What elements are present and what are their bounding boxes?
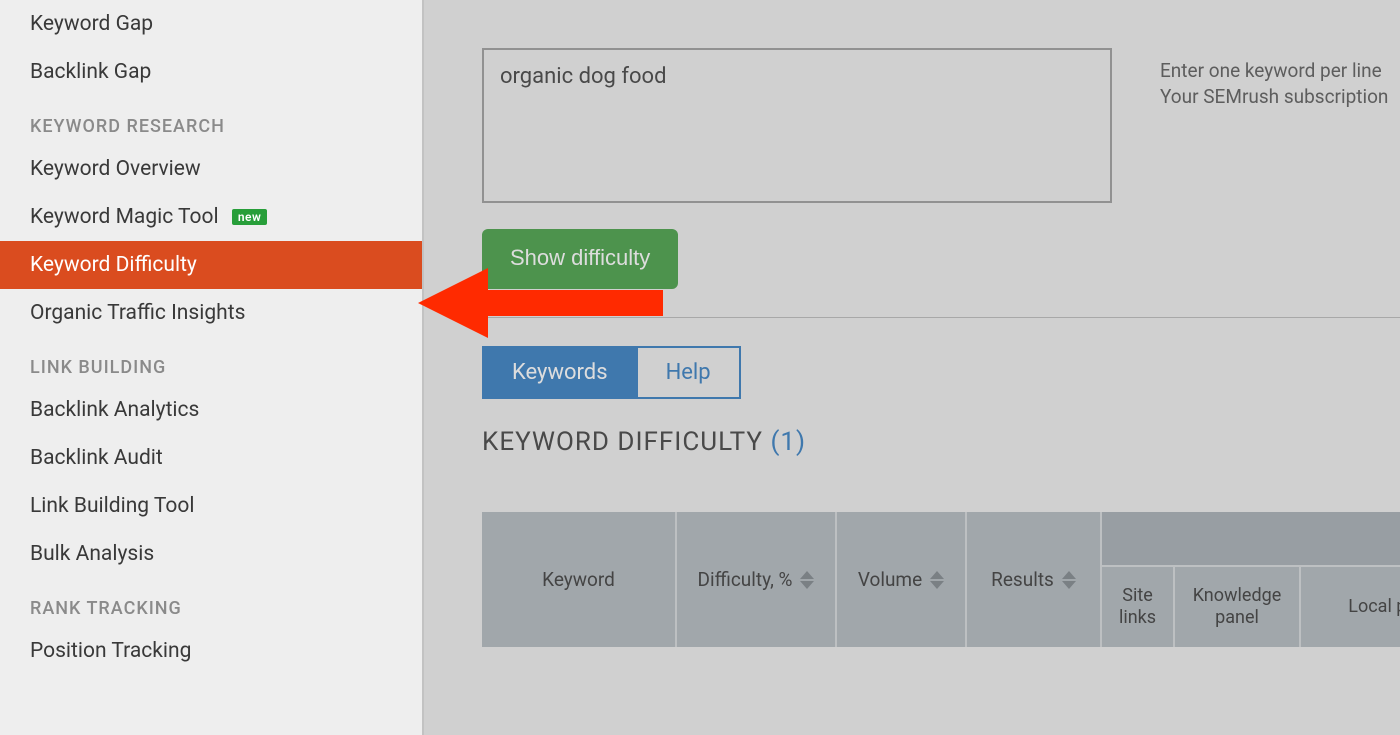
sidebar-item-keyword-gap[interactable]: Keyword Gap [0, 0, 422, 48]
tab-help[interactable]: Help [638, 346, 741, 399]
sidebar-section-rank-tracking: RANK TRACKING [0, 578, 422, 627]
column-label: Keyword [542, 568, 615, 591]
column-header-site-links[interactable]: Site links [1102, 567, 1175, 647]
sidebar-item-bulk-analysis[interactable]: Bulk Analysis [0, 530, 422, 578]
hint-line-1: Enter one keyword per line [1160, 58, 1388, 84]
column-label: Volume [858, 568, 922, 591]
input-hint-text: Enter one keyword per line Your SEMrush … [1160, 58, 1388, 109]
sidebar-item-backlink-gap[interactable]: Backlink Gap [0, 48, 422, 96]
section-divider [482, 317, 1400, 318]
sidebar-section-link-building: LINK BUILDING [0, 337, 422, 386]
sidebar-item-keyword-magic-tool[interactable]: Keyword Magic Tool new [0, 193, 422, 241]
hint-line-2: Your SEMrush subscription [1160, 84, 1388, 110]
sidebar-item-backlink-analytics[interactable]: Backlink Analytics [0, 386, 422, 434]
results-table-header: Keyword Difficulty, % Volume Results [482, 512, 1400, 647]
sidebar-item-link-building-tool[interactable]: Link Building Tool [0, 482, 422, 530]
main-content-area: Enter one keyword per line Your SEMrush … [422, 0, 1400, 735]
column-header-serp-features-group: Site links Knowledge panel Local pack [1102, 512, 1400, 647]
sidebar-item-keyword-overview[interactable]: Keyword Overview [0, 145, 422, 193]
column-header-volume[interactable]: Volume [837, 512, 967, 647]
column-label: Results [991, 568, 1054, 591]
sidebar-item-label: Keyword Magic Tool [30, 205, 219, 229]
column-label: Difficulty, % [698, 568, 793, 591]
keyword-input-textarea[interactable] [482, 48, 1112, 203]
tab-keywords[interactable]: Keywords [482, 346, 638, 399]
new-badge-icon: new [232, 209, 268, 225]
column-header-difficulty[interactable]: Difficulty, % [677, 512, 837, 647]
results-section-title: KEYWORD DIFFICULTY (1) [482, 427, 1400, 457]
show-difficulty-button[interactable]: Show difficulty [482, 229, 678, 289]
sidebar-item-organic-traffic-insights[interactable]: Organic Traffic Insights [0, 289, 422, 337]
sidebar-section-keyword-research: KEYWORD RESEARCH [0, 96, 422, 145]
sidebar: Keyword Gap Backlink Gap KEYWORD RESEARC… [0, 0, 422, 735]
sort-icon[interactable] [930, 571, 944, 589]
column-header-results[interactable]: Results [967, 512, 1102, 647]
sidebar-item-position-tracking[interactable]: Position Tracking [0, 627, 422, 675]
section-title-text: KEYWORD DIFFICULTY [482, 427, 770, 457]
column-header-local-pack[interactable]: Local pack [1301, 567, 1400, 647]
sort-icon[interactable] [1062, 571, 1076, 589]
tab-bar: Keywords Help [482, 346, 1400, 399]
sort-icon[interactable] [800, 571, 814, 589]
sidebar-item-backlink-audit[interactable]: Backlink Audit [0, 434, 422, 482]
sidebar-item-keyword-difficulty[interactable]: Keyword Difficulty [0, 241, 422, 289]
section-title-count: (1) [770, 427, 806, 457]
column-header-keyword[interactable]: Keyword [482, 512, 677, 647]
column-header-knowledge-panel[interactable]: Knowledge panel [1175, 567, 1301, 647]
